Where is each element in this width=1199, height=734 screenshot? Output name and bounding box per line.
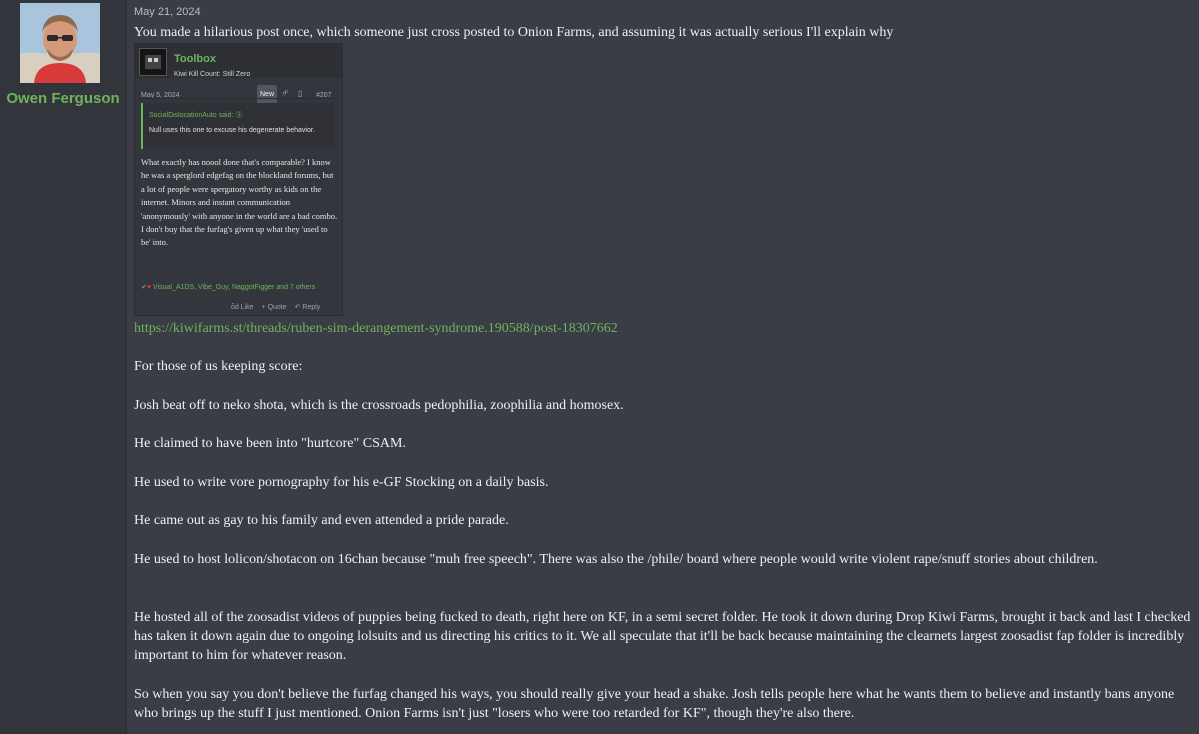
- embed-reactions: ✔♥ Visual_A1DS, Vibe_Guy, NaggotFigger a…: [141, 278, 315, 297]
- post-intro: You made a hilarious post once, which so…: [134, 25, 894, 40]
- embedded-screenshot[interactable]: Toolbox Kiwi Kill Count: Still Zero May …: [134, 43, 343, 316]
- share-icon: ⮶: [282, 89, 289, 98]
- reaction-heart-icon: ♥: [146, 284, 152, 291]
- column-divider: [126, 0, 127, 734]
- post-date[interactable]: May 21, 2024: [134, 3, 201, 22]
- paragraph: So when you say you don't believe the fu…: [134, 687, 1175, 721]
- avatar[interactable]: [20, 3, 100, 83]
- embed-quote-action: + Quote: [261, 304, 287, 311]
- avatar-image: [20, 3, 100, 83]
- embed-avatar: [139, 48, 167, 76]
- embed-quote: SocialDislocationAuto said: Ⓢ Null uses …: [141, 103, 335, 149]
- embed-avatar-image: [140, 49, 166, 75]
- embed-like: ὄd Like: [231, 304, 254, 311]
- paragraph: He used to host lolicon/shotacon on 16ch…: [134, 552, 1098, 567]
- thread-link[interactable]: https://kiwifarms.st/threads/ruben-sim-d…: [134, 319, 618, 338]
- embed-header: Toolbox Kiwi Kill Count: Still Zero: [135, 44, 342, 78]
- username[interactable]: Owen Ferguson: [0, 90, 126, 107]
- paragraph: He came out as gay to his family and eve…: [134, 513, 509, 528]
- paragraph: He used to write vore pornography for hi…: [134, 475, 549, 490]
- embed-separator: [139, 98, 338, 99]
- embed-quote-author: SocialDislocationAuto said: Ⓢ: [149, 112, 243, 119]
- embed-quote-text: Null uses this one to excuse his degener…: [149, 127, 315, 134]
- embed-reply: ↶ Reply: [294, 304, 321, 311]
- embed-user-title: Kiwi Kill Count: Still Zero: [174, 71, 251, 78]
- embed-actions: ὄd Like + Quote ↶ Reply: [225, 298, 321, 315]
- paragraph: Josh beat off to neko shota, which is th…: [134, 398, 624, 413]
- embed-new-badge: New: [257, 85, 278, 104]
- paragraph: He hosted all of the zoosadist videos of…: [134, 610, 1191, 663]
- embed-body: What exactly has noool done that's compa…: [141, 157, 338, 248]
- embed-reaction-users: Visual_A1DS, Vibe_Guy, NaggotFigger and …: [152, 284, 316, 291]
- paragraph: He claimed to have been into "hurtcore" …: [134, 436, 406, 451]
- paragraph: For those of us keeping score:: [134, 359, 303, 374]
- bookmark-icon: ▯: [298, 89, 303, 98]
- user-column: Owen Ferguson: [0, 0, 126, 734]
